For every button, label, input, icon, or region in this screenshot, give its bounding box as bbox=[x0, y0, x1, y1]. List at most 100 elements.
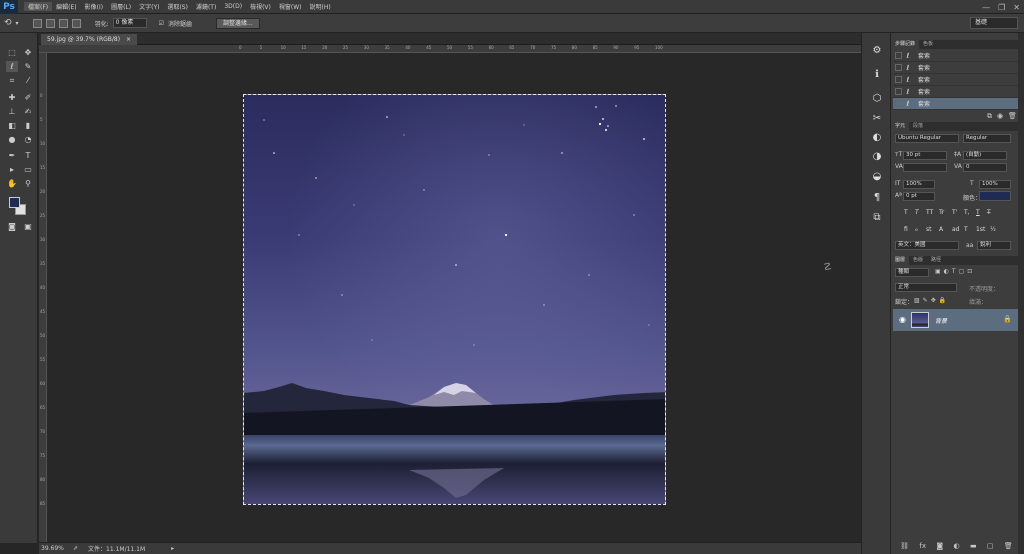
quick-mask-icon[interactable]: ◙ bbox=[6, 221, 18, 232]
zoom-level[interactable]: 39.69% bbox=[41, 545, 64, 552]
text-color-swatch[interactable] bbox=[979, 191, 1011, 201]
marquee-tool-icon[interactable]: ⬚ bbox=[6, 47, 18, 58]
antialias-checkbox[interactable]: ☑ bbox=[159, 20, 164, 27]
eraser-tool-icon[interactable]: ◧ bbox=[6, 120, 18, 131]
discretionary-ligatures-button[interactable]: ad bbox=[952, 226, 960, 233]
new-layer-icon[interactable]: ▢ bbox=[987, 542, 994, 552]
add-selection-icon[interactable] bbox=[45, 18, 55, 28]
new-group-icon[interactable]: ▬ bbox=[970, 542, 977, 552]
add-mask-icon[interactable]: ◙ bbox=[936, 542, 943, 552]
font-size-input[interactable]: 30 pt bbox=[903, 151, 947, 160]
close-button[interactable]: ✕ bbox=[1013, 3, 1020, 12]
pen-tool-icon[interactable]: ✒ bbox=[6, 150, 18, 161]
styles-panel-icon[interactable]: ◑ bbox=[870, 151, 884, 163]
lasso-tool-preset-icon[interactable]: ⟲ bbox=[4, 18, 12, 28]
layer-filter-select[interactable]: 種類 bbox=[895, 268, 929, 277]
eyedropper-tool-icon[interactable]: ⁄ bbox=[22, 75, 34, 86]
history-item[interactable]: ℓ 套索 bbox=[893, 62, 1018, 74]
tab-channels[interactable]: 色版 bbox=[909, 256, 927, 265]
maximize-button[interactable]: ❐ bbox=[998, 3, 1005, 12]
minimize-button[interactable]: — bbox=[982, 3, 990, 12]
layer-filter-icons[interactable]: ▣◐T▢⊡ bbox=[935, 268, 975, 275]
ordinals-button[interactable]: 1st bbox=[976, 226, 985, 233]
superscript-button[interactable]: T' bbox=[952, 209, 957, 216]
path-select-tool-icon[interactable]: ▸ bbox=[6, 164, 18, 175]
gradient-tool-icon[interactable]: ▮ bbox=[22, 120, 34, 131]
hand-tool-icon[interactable]: ✋ bbox=[6, 178, 18, 189]
menu-view[interactable]: 檢視(V) bbox=[246, 2, 275, 11]
tab-character[interactable]: 字元 bbox=[891, 122, 910, 131]
history-source-checkbox[interactable] bbox=[895, 100, 902, 107]
visibility-eye-icon[interactable]: ◉ bbox=[899, 315, 906, 324]
all-caps-button[interactable]: TT bbox=[926, 209, 933, 216]
kerning-input[interactable] bbox=[903, 163, 947, 172]
font-style-select[interactable]: Regular bbox=[963, 134, 1011, 143]
new-document-from-state-icon[interactable]: ⧉ bbox=[987, 112, 992, 121]
subtract-selection-icon[interactable] bbox=[58, 18, 68, 28]
document-image[interactable] bbox=[243, 94, 666, 505]
3d-panel-icon[interactable]: ⬡ bbox=[870, 93, 884, 105]
move-tool-icon[interactable]: ✥ bbox=[22, 47, 34, 58]
screen-mode-icon[interactable]: ▣ bbox=[22, 221, 34, 232]
clone-stamp-tool-icon[interactable]: ⊥ bbox=[6, 106, 18, 117]
close-tab-icon[interactable]: × bbox=[126, 36, 131, 43]
fractions-button[interactable]: ½ bbox=[990, 226, 996, 233]
tab-swatches[interactable]: 色板 bbox=[919, 40, 937, 49]
history-item[interactable]: ℓ 套索 bbox=[893, 74, 1018, 86]
lasso-tool-icon[interactable]: ℓ bbox=[6, 61, 18, 72]
horizontal-scale-input[interactable]: 100% bbox=[979, 180, 1011, 189]
link-layers-icon[interactable]: ⛓ bbox=[900, 542, 909, 552]
menu-layer[interactable]: 圖層(L) bbox=[107, 2, 135, 11]
stylistic-alternates-button[interactable]: st bbox=[926, 226, 931, 233]
menu-type[interactable]: 文字(Y) bbox=[135, 2, 163, 11]
trash-icon[interactable]: 🗑 bbox=[1008, 112, 1017, 120]
tracking-input[interactable]: 0 bbox=[963, 163, 1007, 172]
tab-layers[interactable]: 圖層 bbox=[891, 256, 910, 265]
history-brush-tool-icon[interactable]: ✍ bbox=[22, 106, 34, 117]
menu-select[interactable]: 選取(S) bbox=[163, 2, 192, 11]
dodge-tool-icon[interactable]: ◔ bbox=[22, 134, 34, 145]
brush-tool-icon[interactable]: ✐ bbox=[22, 92, 34, 103]
strikethrough-button[interactable]: T̶ bbox=[987, 209, 991, 216]
paragraph-panel-icon[interactable]: ⧉ bbox=[870, 212, 884, 224]
blur-tool-icon[interactable]: ● bbox=[6, 134, 18, 145]
actions-panel-icon[interactable]: ⚙ bbox=[870, 45, 884, 57]
lock-icons[interactable]: ▨✎✥🔒 bbox=[914, 297, 949, 304]
tab-paragraph[interactable]: 段落 bbox=[909, 122, 927, 131]
small-caps-button[interactable]: Tr bbox=[939, 209, 944, 216]
old-style-button[interactable]: ℴ bbox=[915, 226, 918, 233]
character-styles-icon[interactable]: ¶ bbox=[870, 192, 884, 204]
language-select[interactable]: 英文：美國 bbox=[895, 241, 959, 250]
menu-help[interactable]: 說明(H) bbox=[306, 2, 335, 11]
menu-filter[interactable]: 濾鏡(T) bbox=[192, 2, 220, 11]
quick-select-tool-icon[interactable]: ✎ bbox=[22, 61, 34, 72]
layer-style-icon[interactable]: fx bbox=[919, 542, 926, 552]
refine-edge-button[interactable]: 調整邊緣... bbox=[216, 17, 260, 29]
export-icon[interactable]: ⇗ bbox=[73, 545, 78, 552]
history-source-checkbox[interactable] bbox=[895, 88, 902, 95]
menu-edit[interactable]: 編輯(E) bbox=[52, 2, 80, 11]
document-tab[interactable]: 59.jpg @ 39.7% (RGB/8) × bbox=[41, 34, 138, 45]
faux-bold-button[interactable]: T bbox=[904, 209, 908, 216]
font-family-select[interactable]: Ubuntu Regular bbox=[895, 134, 959, 143]
faux-italic-button[interactable]: T bbox=[915, 209, 919, 216]
layer-row-background[interactable]: ◉ 背景 🔒 bbox=[893, 309, 1018, 331]
titling-button[interactable]: T bbox=[964, 226, 968, 233]
info-panel-icon[interactable]: ℹ bbox=[870, 69, 884, 81]
canvas-area[interactable]: ☡ bbox=[47, 53, 861, 542]
tab-paths[interactable]: 路徑 bbox=[927, 256, 945, 265]
history-source-checkbox[interactable] bbox=[895, 64, 902, 71]
history-item[interactable]: ℓ 套索 bbox=[893, 50, 1018, 62]
menu-3d[interactable]: 3D(D) bbox=[220, 3, 246, 10]
menu-window[interactable]: 視窗(W) bbox=[275, 2, 306, 11]
healing-brush-tool-icon[interactable]: ✚ bbox=[6, 92, 18, 103]
status-menu-arrow-icon[interactable]: ▸ bbox=[171, 545, 174, 552]
history-item-selected[interactable]: ℓ 套索 bbox=[893, 98, 1018, 110]
antialias-select[interactable]: 銳利 bbox=[977, 241, 1011, 250]
swash-button[interactable]: A bbox=[939, 226, 943, 233]
type-tool-icon[interactable]: T bbox=[22, 150, 34, 161]
workspace-select[interactable]: 基礎 bbox=[970, 17, 1018, 29]
history-source-checkbox[interactable] bbox=[895, 52, 902, 59]
feather-input[interactable]: 0 像素 bbox=[112, 18, 147, 28]
tab-history[interactable]: 步驟記錄 bbox=[891, 40, 920, 49]
